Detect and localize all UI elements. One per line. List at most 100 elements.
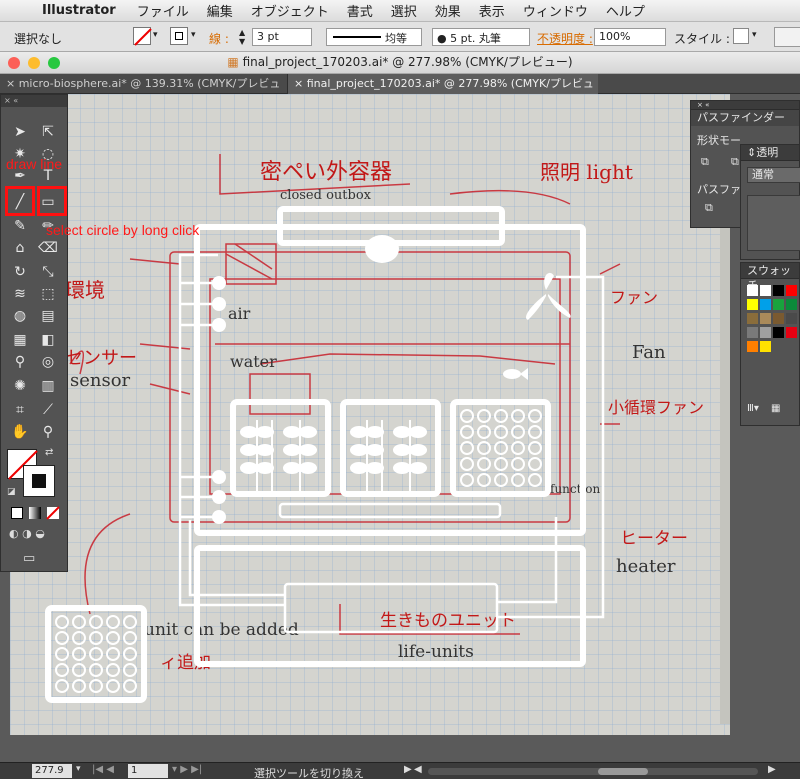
chevron-down-icon[interactable]: ▾ [76,764,81,774]
menu-view[interactable]: 表示 [470,1,514,20]
shape-builder-icon[interactable]: ◍ [9,305,31,327]
chevron-down-icon[interactable]: ▾ [153,30,158,40]
width-tool-icon[interactable]: ≋ [9,283,31,305]
zoom-level-input[interactable]: 277.9 [32,764,72,778]
scroll-right-icon[interactable]: ▶ [768,764,776,775]
draw-normal-icon[interactable]: ◐ ◑ ◒ [9,527,45,540]
column-graph-icon[interactable]: ▥ [37,375,59,397]
eyedropper-icon[interactable]: ⚲ [9,351,31,373]
scrollbar-thumb[interactable] [598,768,648,775]
color-swatch[interactable] [760,327,771,338]
hand-tool-icon[interactable]: ✋ [9,421,31,443]
unite-icon[interactable]: ⧉ [701,155,709,169]
none-mode-icon[interactable] [46,506,60,520]
color-swatch[interactable] [773,313,784,324]
menu-help[interactable]: ヘルプ [597,1,654,20]
menu-effect[interactable]: 効果 [426,1,470,20]
default-colors-icon[interactable]: ◪ [7,487,16,497]
blend-mode-select[interactable]: 通常 [747,167,800,183]
pathfinder-title[interactable]: パスファインダー [691,110,799,126]
swap-colors-icon[interactable]: ⇄ [45,447,53,458]
horizontal-scrollbar[interactable] [428,768,758,775]
swatch-library-icon[interactable]: Ⅲ▾ [747,403,759,414]
menu-object[interactable]: オブジェクト [242,1,338,20]
opacity-input[interactable]: 100% [594,28,666,46]
tools-panel-header[interactable]: × « [1,95,67,107]
stroke-color-swatch[interactable] [23,465,55,497]
color-swatch[interactable] [786,285,797,296]
direct-selection-tool-icon[interactable]: ⇱ [37,121,59,143]
zoom-tool-icon[interactable]: ⚲ [37,421,59,443]
status-menu-icon[interactable]: ▶ [404,764,412,775]
variable-width-select[interactable]: 均等 [326,28,422,46]
menu-window[interactable]: ウィンドウ [514,1,597,20]
color-swatch[interactable] [760,341,771,352]
blob-brush-icon[interactable]: ⌂ [9,237,31,259]
stroke-weight-input[interactable]: 3 pt [252,28,312,46]
swatches-title[interactable]: スウォッチ [741,263,799,292]
paintbrush-icon[interactable]: ✎ [9,215,31,237]
close-button[interactable] [8,57,20,69]
symbol-sprayer-icon[interactable]: ✺ [9,375,31,397]
selection-tool-icon[interactable]: ➤ [9,121,31,143]
menu-type[interactable]: 書式 [338,1,382,20]
rotate-tool-icon[interactable]: ↻ [9,261,31,283]
eraser-tool-icon[interactable]: ⌫ [37,237,59,259]
stroke-swatch[interactable] [170,27,188,45]
pathfinder-panel-header[interactable]: × « [691,101,799,110]
perspective-grid-icon[interactable]: ▤ [37,305,59,327]
gradient-tool-icon[interactable]: ◧ [37,329,59,351]
color-swatch[interactable] [786,299,797,310]
divide-icon[interactable]: ⧉ [705,201,713,215]
color-swatch[interactable] [747,299,758,310]
close-icon[interactable]: × [6,77,19,90]
color-swatch[interactable] [747,327,758,338]
mesh-tool-icon[interactable]: ▦ [9,329,31,351]
color-swatch[interactable] [773,327,784,338]
minus-front-icon[interactable]: ⧉ [731,155,739,169]
zoom-button[interactable] [48,57,60,69]
color-swatch[interactable] [760,299,771,310]
gradient-mode-icon[interactable] [29,507,41,519]
color-swatch[interactable] [760,285,771,296]
color-swatch[interactable] [786,313,797,324]
brush-select[interactable]: ● 5 pt. 丸筆 [432,28,530,46]
chevron-down-icon[interactable]: ▾ [752,30,757,40]
color-swatch[interactable] [786,327,797,338]
opacity-label[interactable]: 不透明度 : [537,30,593,47]
first-artboard-icon[interactable]: |◀ ◀ [92,764,114,775]
chevron-down-icon[interactable]: ▾ [191,30,196,40]
stroke-label[interactable]: 線 : [209,30,229,47]
blend-tool-icon[interactable]: ◎ [37,351,59,373]
document-setup-button[interactable] [774,27,800,47]
color-swatch[interactable] [747,341,758,352]
menu-edit[interactable]: 編集 [198,1,242,20]
app-menu[interactable]: Illustrator [38,3,128,18]
scroll-left-icon[interactable]: ◀ [414,764,422,775]
style-swatch[interactable] [733,28,749,44]
scale-tool-icon[interactable]: ⤡ [37,261,59,283]
artboard-tool-icon[interactable]: ⌗ [9,399,31,421]
color-swatch[interactable] [760,313,771,324]
color-swatch[interactable] [773,285,784,296]
artboard-canvas[interactable]: 密ペい外容器 closed outbox 照明 light 環境 センサー se… [10,94,730,735]
show-kinds-icon[interactable]: ▦ [771,403,780,414]
tab-micro-biosphere[interactable]: × micro-biosphere.ai* @ 139.31% (CMYK/プレ… [0,74,288,109]
menu-select[interactable]: 選択 [382,1,426,20]
color-swatch[interactable] [773,299,784,310]
fill-swatch[interactable] [133,27,152,46]
free-transform-icon[interactable]: ⬚ [37,283,59,305]
screen-mode-icon[interactable]: ▭ [23,551,35,566]
color-swatch[interactable] [747,285,758,296]
color-swatch[interactable] [747,313,758,324]
artboard-number-input[interactable]: 1 [128,764,168,778]
next-artboard-icon[interactable]: ▾ ▶ ▶| [172,764,202,775]
close-icon[interactable]: × [294,77,307,90]
color-mode-icon[interactable] [11,507,23,519]
tab-final-project[interactable]: × final_project_170203.ai* @ 277.98% (CM… [288,74,598,109]
slice-tool-icon[interactable]: ⟋ [37,399,59,421]
minimize-button[interactable] [28,57,40,69]
transparency-title[interactable]: ⇕透明 [741,145,799,161]
stepper-icon[interactable]: ▲ ▼ [239,28,245,46]
menu-file[interactable]: ファイル [128,1,198,20]
